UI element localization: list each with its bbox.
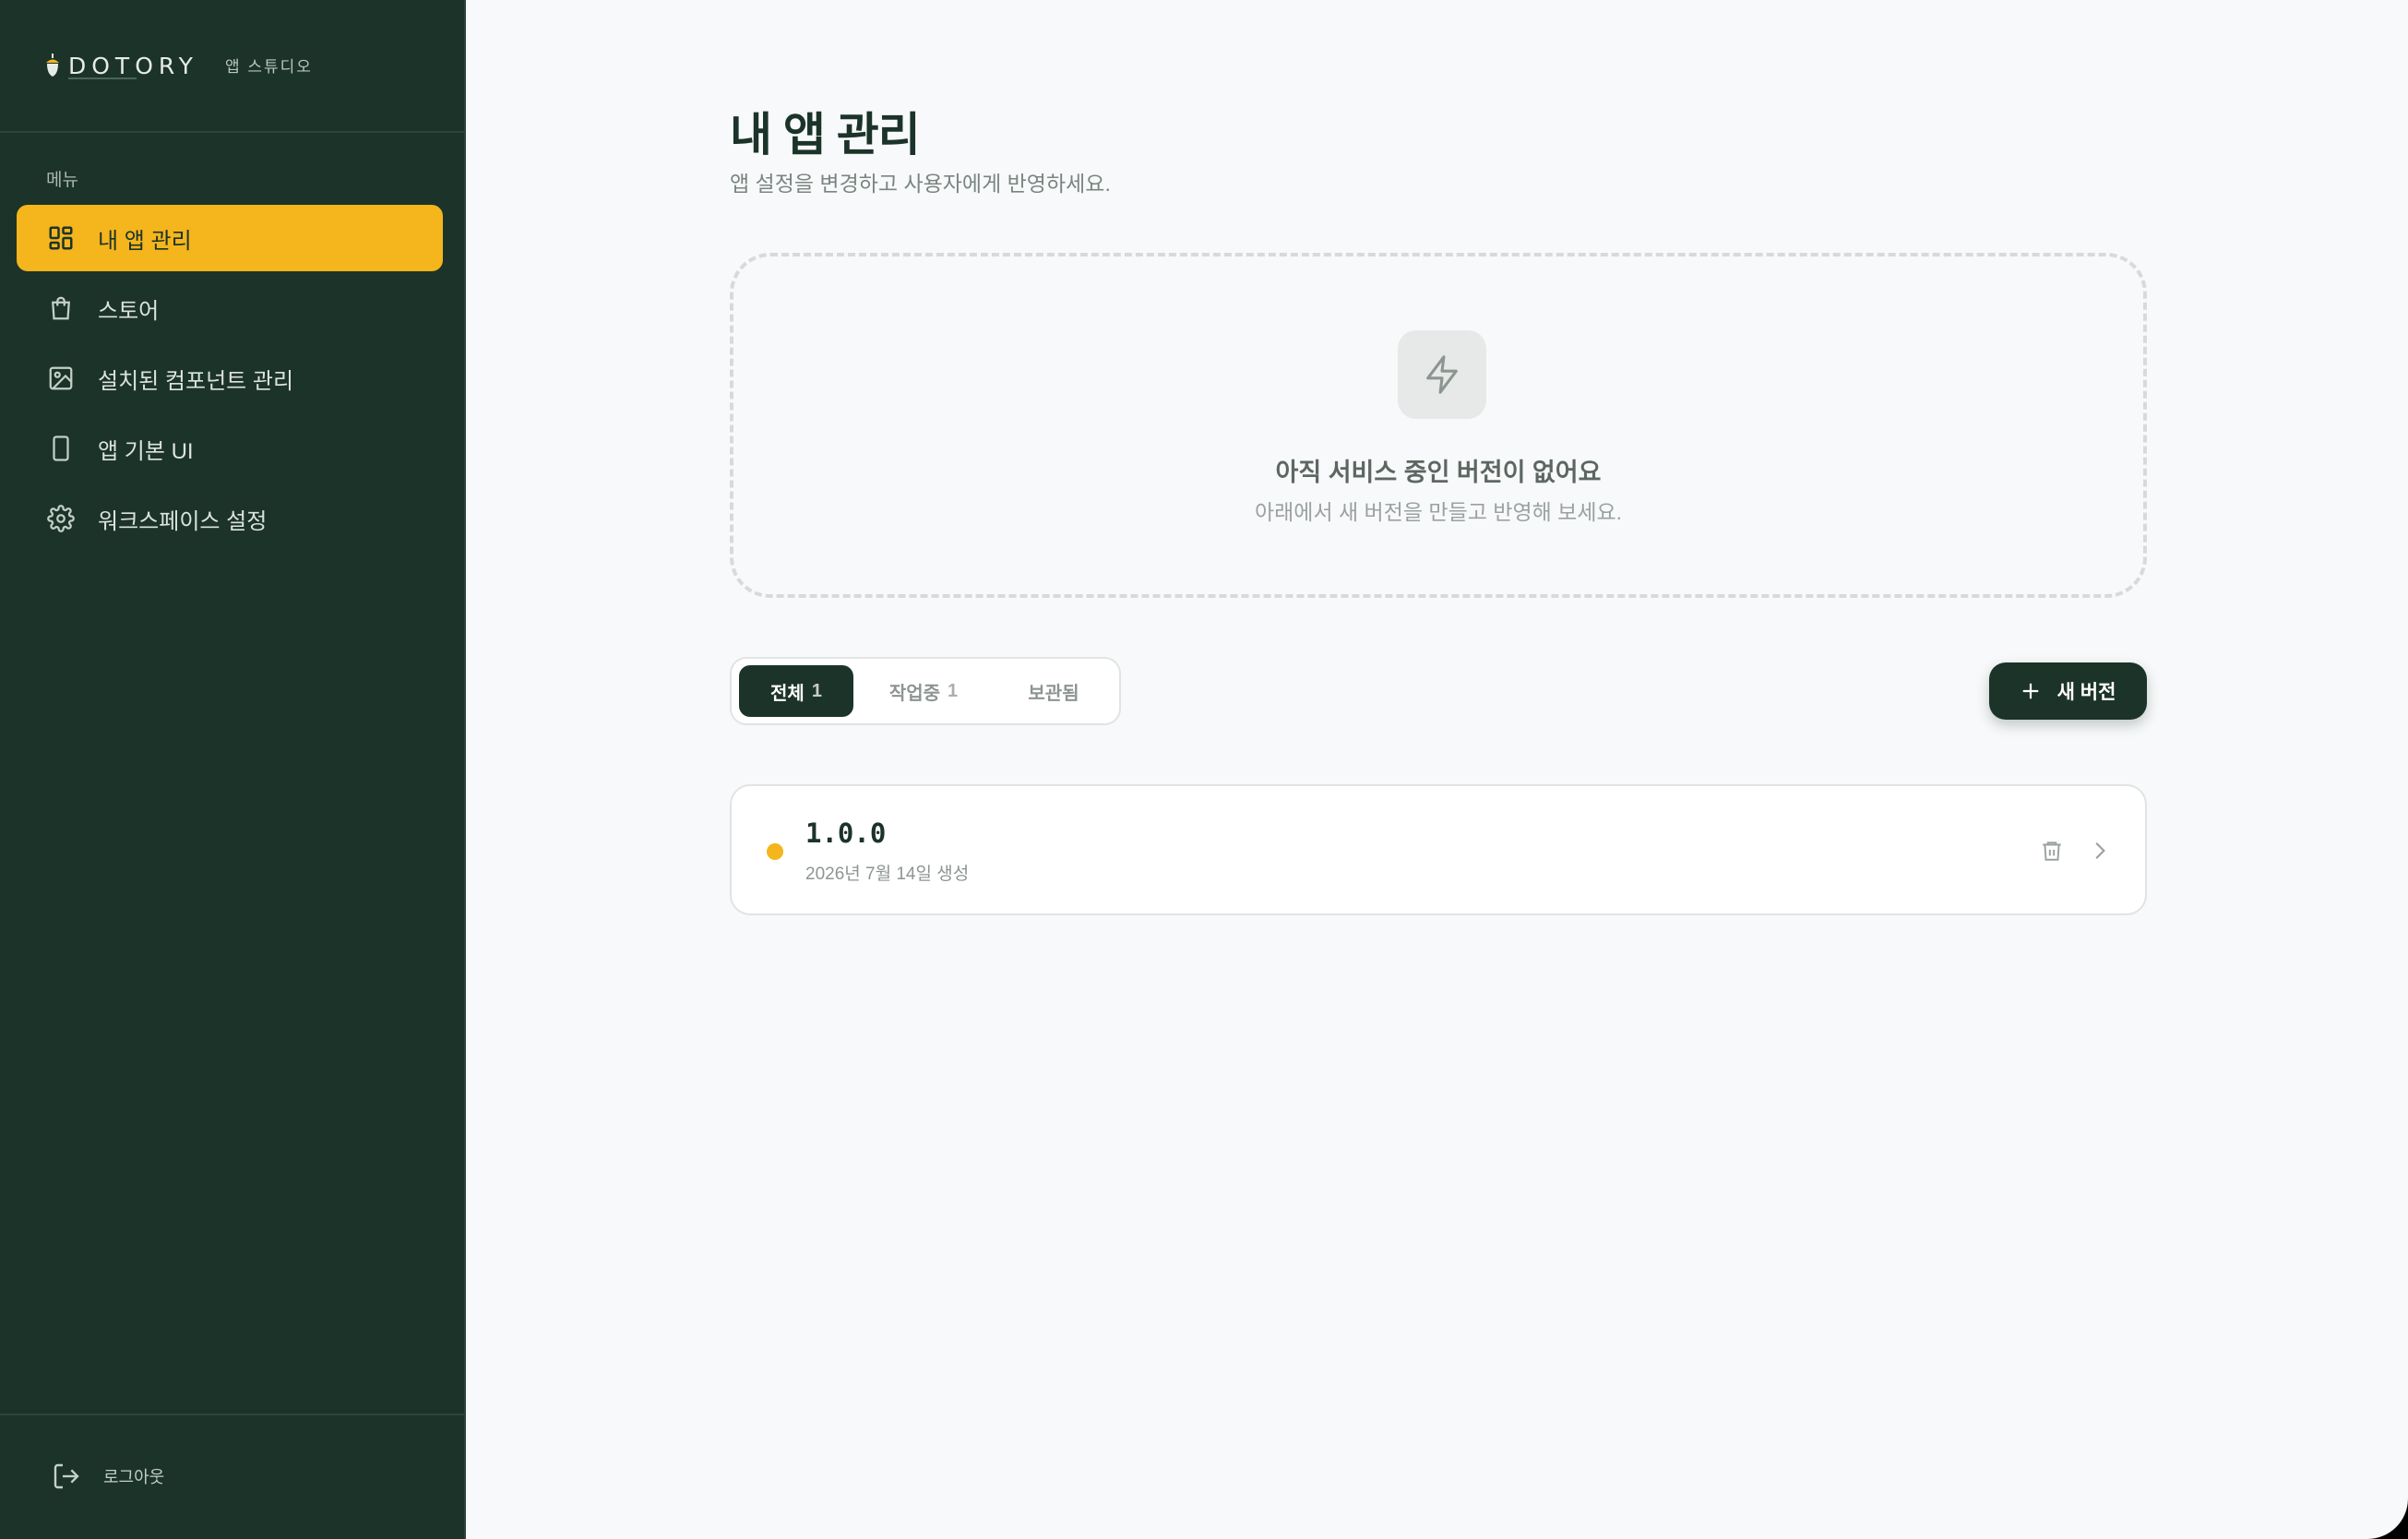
- version-created-date: 2026년 7월 14일 생성: [805, 865, 970, 884]
- tab-count: 1: [811, 680, 822, 701]
- image-icon: [46, 364, 76, 393]
- sidebar-item-label: 스토어: [98, 298, 160, 324]
- tab-label: 전체: [770, 683, 805, 704]
- sidebar-item-store[interactable]: 스토어: [17, 275, 443, 341]
- main-content: 내 앱 관리 앱 설정을 변경하고 사용자에게 반영하세요. 아직 서비스 중인…: [466, 0, 2408, 1539]
- brand-subtitle: 앱 스튜디오: [225, 58, 313, 76]
- version-filter-tabs: 전체 1 작업중 1 보관됨: [730, 657, 1121, 725]
- lightning-icon: [1398, 330, 1486, 419]
- sidebar-item-label: 설치된 컴포넌트 관리: [98, 368, 294, 394]
- trash-icon: [2043, 841, 2061, 861]
- chevron-right-icon: [2095, 842, 2105, 859]
- shopping-bag-icon: [46, 293, 76, 323]
- new-version-label: 새 버전: [2056, 682, 2116, 703]
- tab-count: 1: [948, 680, 959, 701]
- status-dot: [767, 843, 783, 860]
- new-version-button[interactable]: 새 버전: [1989, 662, 2147, 720]
- brand-underline: [68, 78, 137, 79]
- smartphone-icon: [46, 434, 76, 463]
- sidebar-item-my-apps[interactable]: 내 앱 관리: [17, 205, 443, 271]
- grid-icon: [46, 223, 76, 253]
- sidebar-item-components[interactable]: 설치된 컴포넌트 관리: [17, 345, 443, 412]
- empty-state-title: 아직 서비스 중인 버전이 없어요: [1275, 459, 1602, 486]
- open-version-button[interactable]: [2084, 835, 2116, 866]
- app-window: DOTORY 앱 스튜디오 메뉴 내 앱 관리 스토어 설치된 컴포넌트 관리 …: [0, 0, 2408, 1539]
- sidebar-item-app-ui[interactable]: 앱 기본 UI: [17, 415, 443, 482]
- empty-state-description: 아래에서 새 버전을 만들고 반영해 보세요.: [1254, 500, 1623, 524]
- tab-all[interactable]: 전체 1: [739, 665, 853, 717]
- tab-in-progress[interactable]: 작업중 1: [853, 665, 994, 717]
- sidebar-divider-bottom: [0, 1414, 466, 1415]
- menu-section-label: 메뉴: [46, 171, 78, 190]
- tab-label: 보관됨: [1028, 683, 1079, 704]
- version-name: 1.0.0: [805, 817, 887, 849]
- sidebar-item-label: 워크스페이스 설정: [98, 508, 268, 534]
- sidebar-item-workspace-settings[interactable]: 워크스페이스 설정: [17, 485, 443, 552]
- gear-icon: [46, 504, 76, 533]
- empty-state-panel: 아직 서비스 중인 버전이 없어요 아래에서 새 버전을 만들고 반영해 보세요…: [730, 253, 2147, 598]
- version-card[interactable]: 1.0.0 2026년 7월 14일 생성: [730, 784, 2147, 915]
- delete-version-button[interactable]: [2036, 835, 2068, 866]
- page-subtitle: 앱 설정을 변경하고 사용자에게 반영하세요.: [730, 172, 1111, 196]
- brand-name: DOTORY: [68, 52, 198, 79]
- plus-icon: [2022, 683, 2039, 699]
- logout-icon: [54, 1463, 79, 1489]
- sidebar: DOTORY 앱 스튜디오 메뉴 내 앱 관리 스토어 설치된 컴포넌트 관리 …: [0, 0, 466, 1539]
- logout-button[interactable]: 로그아웃: [52, 1461, 164, 1491]
- logout-label: 로그아웃: [103, 1468, 165, 1486]
- page-title: 내 앱 관리: [730, 109, 921, 161]
- tab-label: 작업중: [888, 683, 941, 704]
- sidebar-item-label: 앱 기본 UI: [98, 438, 194, 464]
- tab-archived[interactable]: 보관됨: [994, 665, 1114, 717]
- sidebar-divider-top: [0, 131, 466, 133]
- sidebar-item-label: 내 앱 관리: [98, 228, 192, 254]
- acorn-icon: [46, 54, 59, 77]
